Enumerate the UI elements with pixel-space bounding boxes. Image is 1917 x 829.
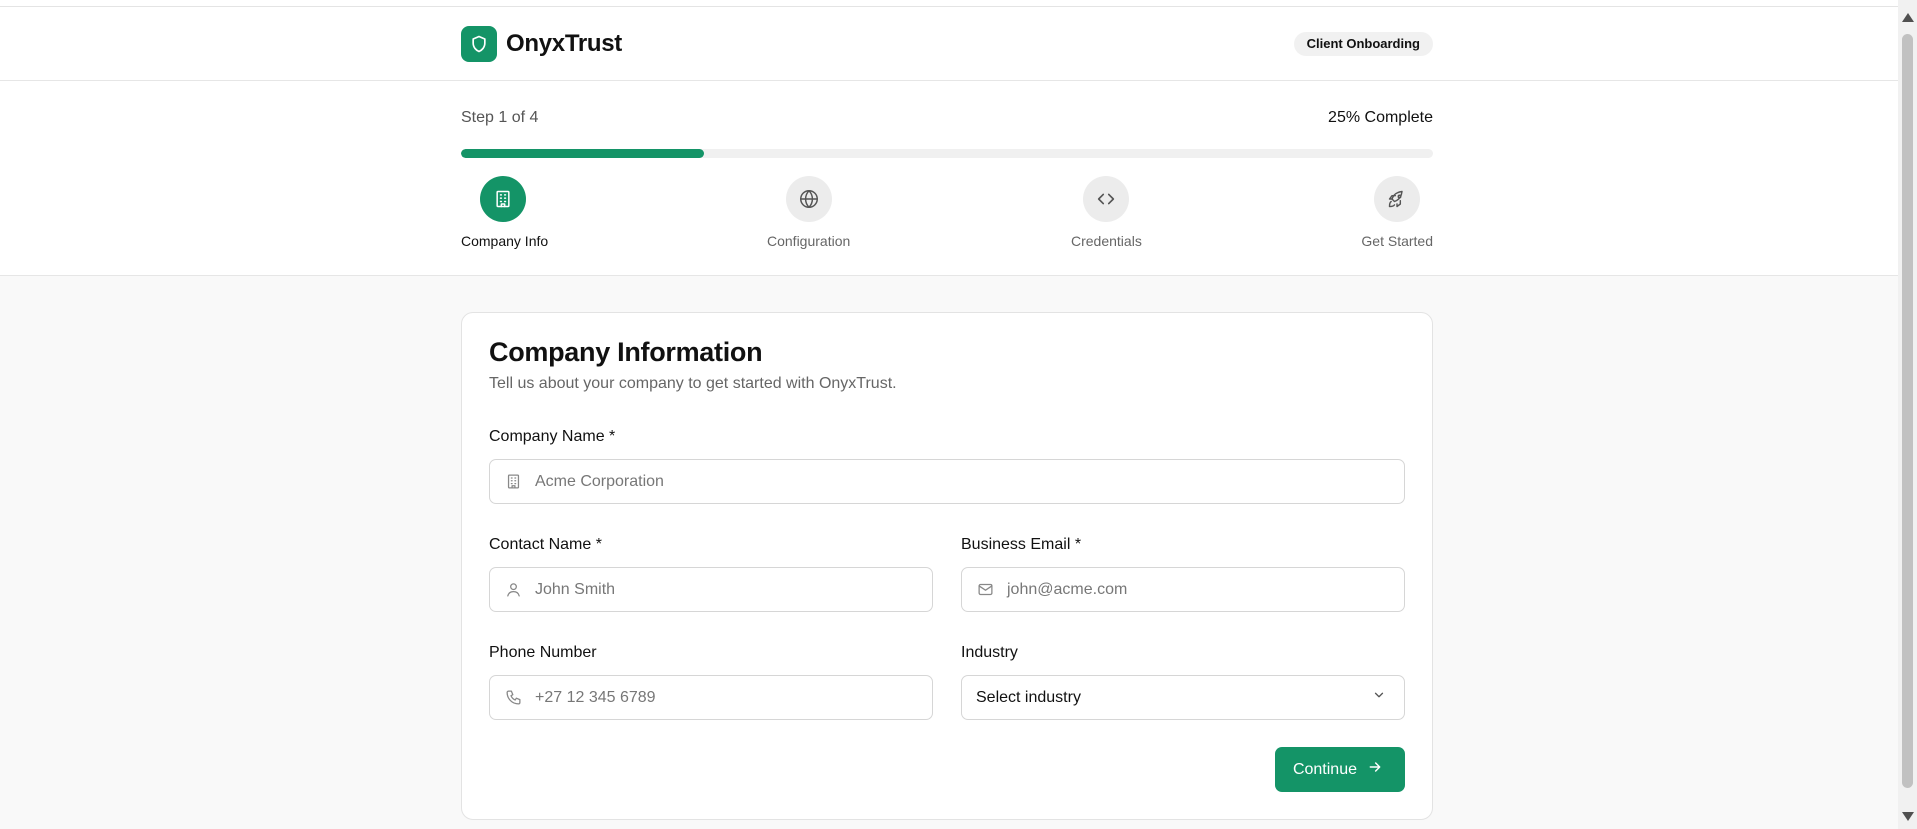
- continue-label: Continue: [1292, 760, 1357, 778]
- step-company-info[interactable]: Company Info: [461, 176, 548, 249]
- rocket-icon: [1374, 176, 1420, 222]
- card-subtitle: Tell us about your company to get starte…: [489, 375, 897, 392]
- phone-number-label: Phone Number: [489, 644, 597, 661]
- scroll-up-arrow-icon[interactable]: [1902, 13, 1914, 22]
- card-title: Company Information: [489, 337, 763, 367]
- vertical-scrollbar[interactable]: [1898, 0, 1917, 829]
- company-name-label: Company Name *: [489, 428, 616, 445]
- phone-number-input[interactable]: +27 12 345 6789: [489, 675, 933, 720]
- contact-name-label: Contact Name *: [489, 536, 602, 553]
- mail-icon: [976, 581, 994, 599]
- code-icon: [1083, 176, 1130, 222]
- shield-icon: [461, 26, 497, 62]
- step-label: Get Started: [1361, 233, 1433, 249]
- step-counter: Step 1 of 4: [461, 109, 539, 126]
- business-email-label: Business Email *: [961, 536, 1082, 553]
- brand-name: OnyxTrust: [506, 30, 622, 57]
- contact-name-input[interactable]: John Smith: [489, 567, 933, 612]
- stepper: Company Info Configuration Credentials G…: [461, 176, 1433, 256]
- chevron-down-icon: [1372, 688, 1386, 707]
- progress-bar: [461, 149, 1433, 158]
- building-icon: [504, 473, 522, 491]
- company-info-card: Company Information Tell us about your c…: [461, 312, 1433, 820]
- business-email-placeholder: john@acme.com: [1007, 580, 1128, 598]
- industry-select[interactable]: Select industry: [961, 675, 1405, 720]
- step-credentials[interactable]: Credentials: [1071, 176, 1142, 249]
- company-name-placeholder: Acme Corporation: [535, 472, 664, 490]
- step-label: Configuration: [767, 233, 851, 249]
- continue-button[interactable]: Continue: [1274, 747, 1405, 792]
- top-edge: [0, 0, 1898, 7]
- phone-icon: [504, 689, 522, 707]
- contact-name-placeholder: John Smith: [535, 580, 616, 598]
- percent-complete: 25% Complete: [1328, 109, 1433, 126]
- phone-number-placeholder: +27 12 345 6789: [535, 688, 656, 706]
- scroll-down-arrow-icon[interactable]: [1902, 812, 1914, 821]
- arrow-right-icon: [1367, 759, 1383, 780]
- scroll-thumb[interactable]: [1902, 34, 1913, 788]
- building-icon: [480, 176, 526, 222]
- user-icon: [504, 581, 522, 599]
- step-label: Company Info: [461, 233, 549, 249]
- business-email-input[interactable]: john@acme.com: [961, 567, 1405, 612]
- industry-label: Industry: [961, 644, 1018, 661]
- company-name-input[interactable]: Acme Corporation: [489, 459, 1405, 504]
- progress-bar-fill: [461, 149, 704, 158]
- industry-selected-value: Select industry: [976, 688, 1081, 706]
- progress-section: Step 1 of 4 25% Complete Company Info Co…: [0, 81, 1898, 276]
- step-label: Credentials: [1071, 233, 1142, 249]
- app-header: OnyxTrust Client Onboarding: [0, 7, 1898, 81]
- step-get-started[interactable]: Get Started: [1361, 176, 1433, 249]
- globe-icon: [785, 176, 832, 222]
- status-badge: Client Onboarding: [1293, 32, 1433, 56]
- brand[interactable]: OnyxTrust: [461, 26, 622, 62]
- step-configuration[interactable]: Configuration: [767, 176, 850, 249]
